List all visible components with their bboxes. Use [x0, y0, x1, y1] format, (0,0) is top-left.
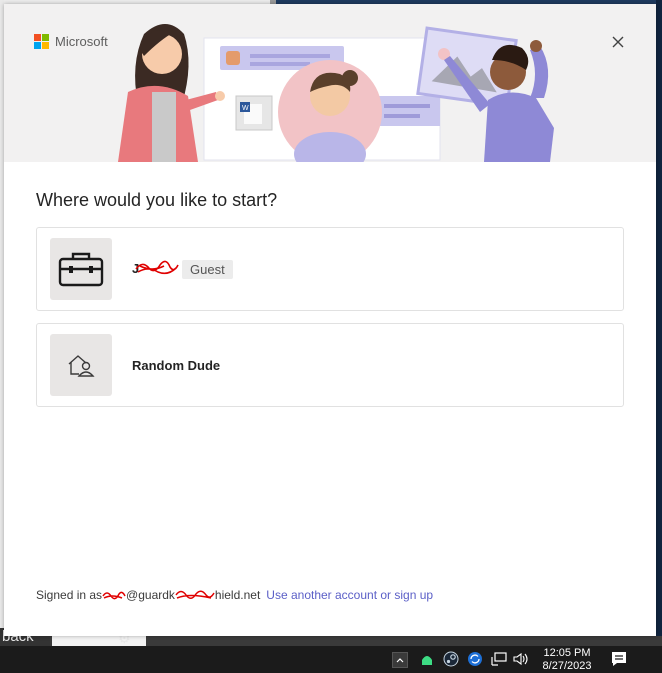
- account-option-personal[interactable]: Random Dude: [36, 323, 624, 407]
- account-picker-dialog: Microsoft W Where would you like to star…: [4, 4, 656, 636]
- clock-time: 12:05 PM: [543, 647, 591, 659]
- hero-illustration: W: [118, 24, 554, 162]
- microsoft-logo-icon: [34, 34, 49, 49]
- taskbar: 12:05 PM 8/27/2023: [0, 646, 662, 673]
- close-button[interactable]: [608, 32, 628, 52]
- network-icon: [491, 652, 507, 666]
- home-person-icon: [68, 355, 95, 377]
- clock-date: 8/27/2023: [542, 660, 592, 672]
- microsoft-logo: Microsoft: [34, 34, 108, 49]
- account-avatar: [50, 238, 112, 300]
- brand-name: Microsoft: [55, 34, 108, 49]
- account-name-redacted: J: [132, 260, 179, 278]
- background-window-right: [656, 0, 662, 640]
- sync-tray-button[interactable]: [466, 650, 484, 668]
- android-icon: [422, 656, 432, 665]
- volume-icon: [513, 652, 528, 666]
- signed-in-footer: Signed in as @guardk hield.net Use anoth…: [36, 588, 433, 602]
- account-name: Random Dude: [132, 357, 221, 373]
- screen: back ⚙ Microsoft W Where would you like …: [0, 0, 662, 673]
- network-tray-button[interactable]: [490, 650, 508, 668]
- notifications-icon: [612, 652, 626, 666]
- taskbar-clock[interactable]: 12:05 PM 8/27/2023: [536, 646, 598, 673]
- close-icon: [612, 36, 624, 48]
- account-option-guest[interactable]: J Guest: [36, 227, 624, 311]
- signed-in-prefix: Signed in as: [36, 588, 103, 602]
- svg-text:W: W: [242, 105, 249, 112]
- guest-badge: Guest: [182, 259, 233, 279]
- background-field: [52, 636, 146, 646]
- dialog-heading: Where would you like to start?: [36, 190, 278, 210]
- volume-tray-button[interactable]: [512, 650, 530, 668]
- hero-banner: Microsoft W: [4, 4, 656, 162]
- redaction-scribble: [175, 590, 215, 599]
- signed-in-email-part: @guardk: [126, 588, 175, 602]
- android-tray-button[interactable]: [418, 650, 436, 668]
- steam-icon: [443, 651, 459, 667]
- notifications-button[interactable]: [610, 650, 630, 668]
- show-hidden-icons-button[interactable]: [392, 652, 408, 668]
- signed-in-email-part: hield.net: [214, 588, 261, 602]
- use-another-account-link[interactable]: Use another account or sign up: [266, 588, 433, 602]
- sync-icon: [468, 652, 482, 666]
- redaction-scribble: [135, 260, 179, 275]
- redaction-scribble: [102, 591, 126, 600]
- account-avatar: [50, 334, 112, 396]
- briefcase-icon: [58, 252, 104, 287]
- steam-tray-button[interactable]: [442, 650, 460, 668]
- chevron-up-icon: [396, 658, 404, 663]
